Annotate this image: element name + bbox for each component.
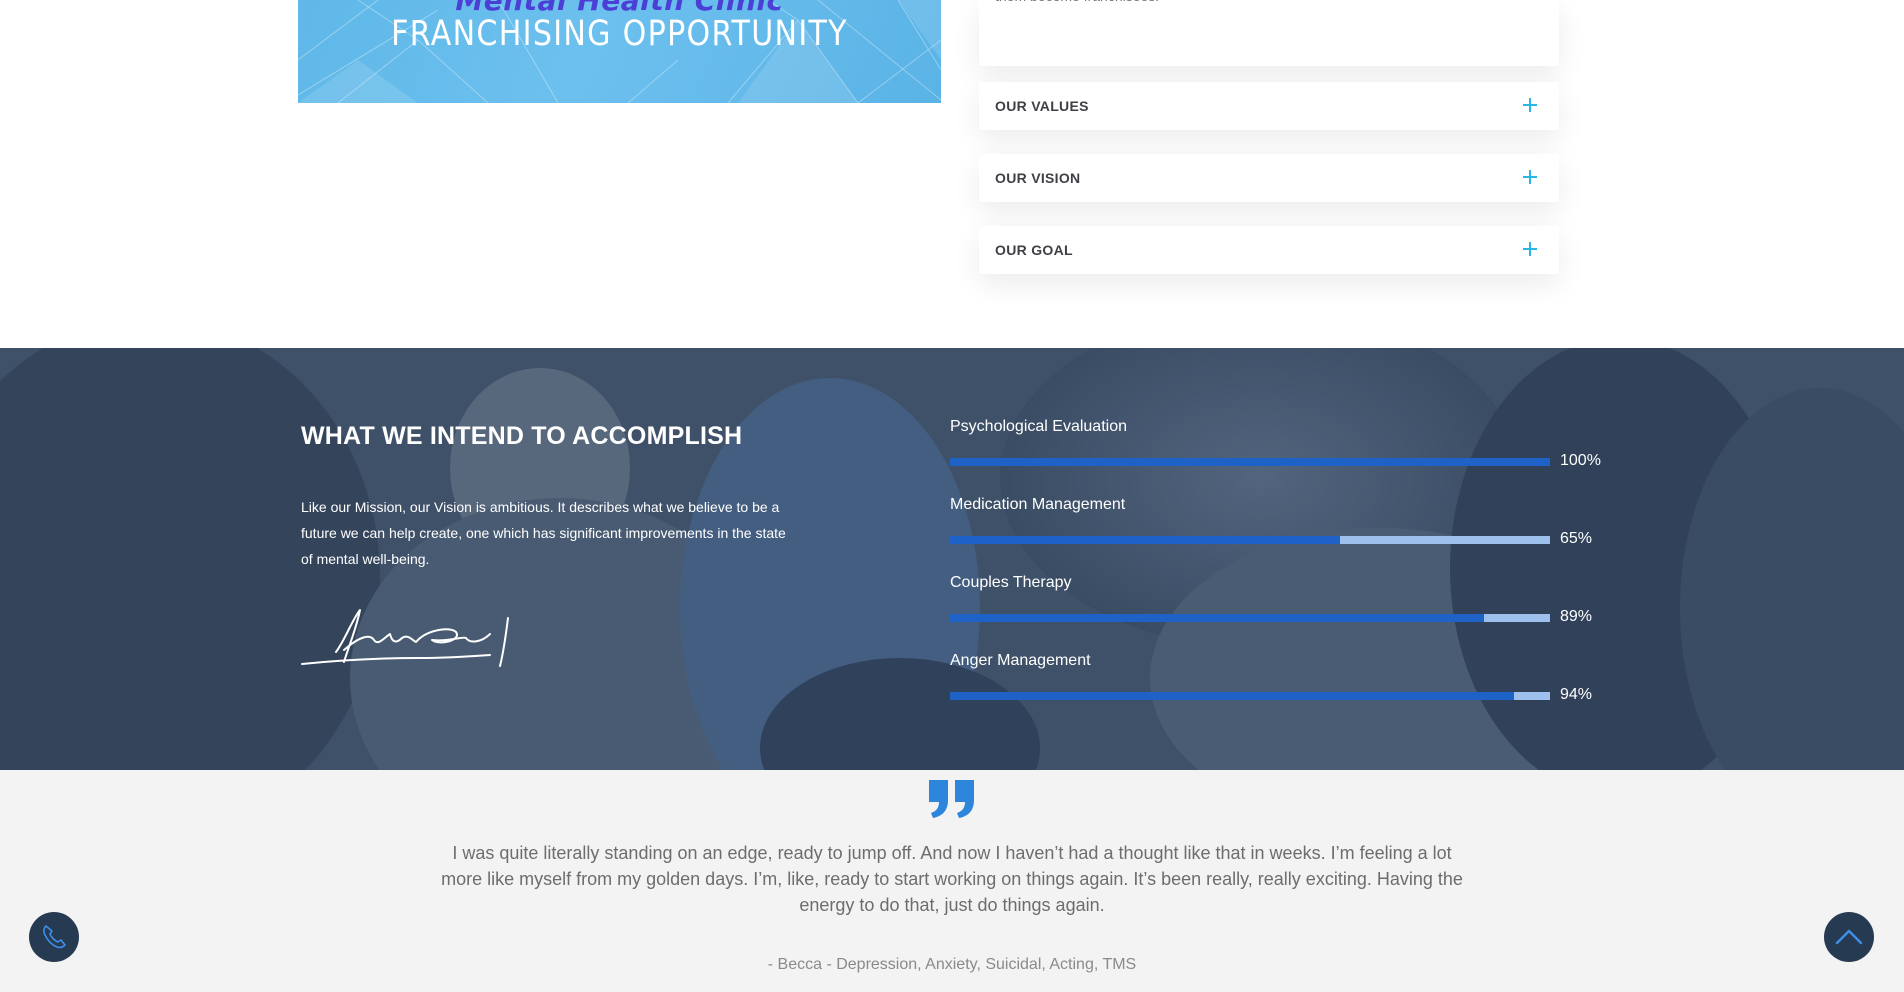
scroll-to-top-button[interactable] xyxy=(1824,912,1874,962)
accordion-our-vision[interactable]: OUR VISION xyxy=(979,154,1559,202)
chevron-up-icon xyxy=(1835,929,1863,945)
skill-progress-fill xyxy=(950,536,1340,544)
skill-name: Anger Management xyxy=(950,652,1091,669)
skill-progress-track xyxy=(950,692,1550,700)
signature-image xyxy=(301,609,509,667)
skill-percent: 89% xyxy=(1560,608,1593,625)
skill-progress-track xyxy=(950,536,1550,544)
accordion-label: OUR GOAL xyxy=(995,242,1073,258)
skill-percent: 100% xyxy=(1560,452,1601,469)
skill-progress-fill xyxy=(950,692,1514,700)
about-card-text: them become franchisees. xyxy=(995,0,1535,10)
skill-progress-fill xyxy=(950,458,1550,466)
accomplish-section: WHAT WE INTEND TO ACCOMPLISH Like our Mi… xyxy=(0,348,1904,770)
about-card: them become franchisees. xyxy=(979,0,1559,66)
skill-name: Medication Management xyxy=(950,496,1126,513)
top-section: Mental Health Clinic FRANCHISING OPPORTU… xyxy=(0,0,1904,348)
testimonial-author: - Becca - Depression, Anxiety, Suicidal,… xyxy=(767,956,1137,973)
skill-anger-management: Anger Management 94% xyxy=(950,652,1610,712)
skill-psychological-evaluation: Psychological Evaluation 100% xyxy=(950,418,1610,478)
skill-name: Psychological Evaluation xyxy=(950,418,1127,435)
skill-couples-therapy: Couples Therapy 89% xyxy=(950,574,1610,634)
skill-percent: 94% xyxy=(1560,686,1593,703)
plus-icon[interactable] xyxy=(1523,242,1537,256)
skill-name: Couples Therapy xyxy=(950,574,1072,591)
accordion-our-goal[interactable]: OUR GOAL xyxy=(979,226,1559,274)
skill-progress-track xyxy=(950,458,1550,466)
testimonial-quote: I was quite literally standing on an edg… xyxy=(441,843,1463,915)
section-heading: WHAT WE INTEND TO ACCOMPLISH xyxy=(301,422,743,450)
phone-icon xyxy=(43,925,66,949)
accordion-label: OUR VALUES xyxy=(995,98,1089,114)
section-paragraph: Like our Mission, our Vision is ambitiou… xyxy=(301,499,786,567)
skill-progress-fill xyxy=(950,614,1484,622)
quote-icon xyxy=(929,780,974,818)
accordion-label: OUR VISION xyxy=(995,170,1081,186)
testimonial-section: I was quite literally standing on an edg… xyxy=(0,770,1904,992)
phone-call-button[interactable] xyxy=(29,912,79,962)
accordion-our-values[interactable]: OUR VALUES xyxy=(979,82,1559,130)
banner-title: FRANCHISING OPPORTUNITY xyxy=(391,14,848,54)
skill-percent: 65% xyxy=(1560,530,1593,547)
franchising-banner-image: Mental Health Clinic FRANCHISING OPPORTU… xyxy=(298,0,941,103)
skill-progress-track xyxy=(950,614,1550,622)
plus-icon[interactable] xyxy=(1523,98,1537,112)
skill-medication-management: Medication Management 65% xyxy=(950,496,1610,556)
plus-icon[interactable] xyxy=(1523,170,1537,184)
